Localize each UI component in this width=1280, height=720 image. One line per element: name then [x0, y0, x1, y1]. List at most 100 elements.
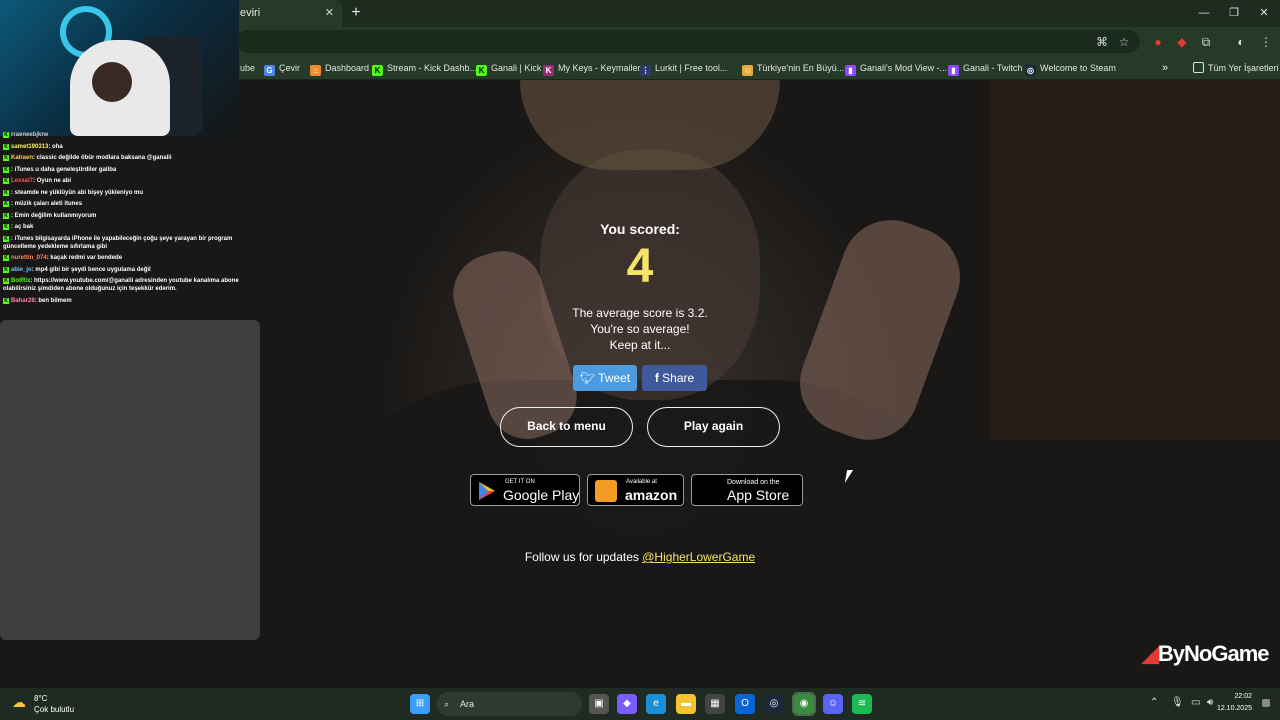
streamer-face: [92, 62, 132, 102]
kick-badge-icon: K: [3, 255, 9, 261]
chat-message: Ksamet190313: oha: [3, 143, 240, 151]
chat-username: BotRix: [11, 278, 31, 284]
edge-icon[interactable]: e: [646, 694, 666, 714]
bookmark-item[interactable]: ube: [240, 60, 255, 76]
chat-message: K Kalraen: classic değilde öbür modlara b…: [3, 154, 240, 162]
amazon-appstore-badge[interactable]: Available at amazon: [587, 474, 684, 506]
amazon-apps-icon: [595, 480, 617, 502]
chat-message: Krraeneebjkne: [3, 131, 240, 139]
kick-badge-icon: K: [3, 224, 9, 230]
chat-text: : aç bak: [11, 224, 34, 230]
bookmark-item[interactable]: ▮ Ganali - Twitch: [948, 60, 1022, 76]
chat-message: K: Emin değilim kullanmıyorum: [3, 212, 240, 220]
file-explorer-icon[interactable]: ▬: [676, 694, 696, 714]
chat-username: abie_jo: [11, 266, 32, 273]
kick-badge-icon: K: [3, 189, 9, 196]
bookmark-item[interactable]: ☺ Türkiye'nin En Büyü...: [742, 60, 844, 76]
average-line: Keep at it...: [609, 338, 671, 352]
chat-overlay: Krraeneebjkne Ksamet190313: oha K Kalraen: …: [0, 131, 240, 308]
bookmarks-overflow-button[interactable]: »: [1162, 60, 1168, 76]
chat-text: : iTunes u daha geneleştirdiler galiba: [11, 166, 117, 173]
extensions-puzzle-icon[interactable]: ⧉: [1198, 34, 1214, 50]
translate-icon[interactable]: ⌘: [1094, 34, 1110, 50]
restore-icon[interactable]: ❐: [1218, 0, 1250, 27]
google-play-badge[interactable]: GET IT ON Google Play: [470, 474, 580, 506]
outlook-icon[interactable]: O: [735, 694, 755, 714]
chat-message: K Lexxal7: Oyun ne abi: [3, 177, 240, 185]
chat-username: Lexxal7: [11, 178, 34, 184]
kick-badge-icon: K: [3, 166, 9, 173]
kick-badge-icon: K: [3, 178, 9, 184]
kick-badge-icon: K: [3, 278, 9, 284]
bynogame-logo: ◢ByNoGame: [1142, 641, 1270, 666]
chat-message: K Bahar28: ben bilmem: [3, 297, 240, 305]
kick-icon: K: [476, 65, 487, 76]
follow-link[interactable]: @HigherLowerGame: [642, 550, 755, 564]
result-panel: You scored: 4 The average score is 3.2. …: [440, 140, 840, 353]
address-bar[interactable]: [236, 30, 1140, 53]
twitch-icon: ▮: [948, 65, 959, 76]
clock-time: 22:02: [1234, 693, 1252, 700]
task-view-icon[interactable]: ▣: [589, 694, 609, 714]
chat-text: : mp4 gibi bir şeydi bence uygulama deği…: [31, 266, 151, 273]
tweet-button[interactable]: 🐦︎ Tweet: [573, 365, 637, 391]
average-text: The average score is 3.2. You're so aver…: [440, 305, 840, 353]
tab-close-icon[interactable]: ✕: [325, 0, 334, 27]
discord-icon[interactable]: ☺: [823, 694, 843, 714]
menu-dots-icon[interactable]: ⋮: [1258, 34, 1274, 50]
notification-icon[interactable]: [1262, 699, 1270, 707]
browser-tab[interactable]: eviri ✕: [236, 0, 342, 27]
bookmark-item[interactable]: ⋮ Lurkit | Free tool...: [640, 60, 727, 76]
bookmark-item[interactable]: ▮ Ganali's Mod View -...: [845, 60, 947, 76]
bookmark-star-icon[interactable]: ☆: [1116, 34, 1132, 50]
bookmark-item[interactable]: K Ganali | Kick: [476, 60, 541, 76]
steam-icon[interactable]: ◎: [764, 694, 784, 714]
store-icon[interactable]: ▦: [705, 694, 725, 714]
twitch-icon: ▮: [845, 65, 856, 76]
new-tab-button[interactable]: +: [346, 3, 366, 23]
start-windows-icon[interactable]: ⊞: [410, 694, 430, 714]
kick-badge-icon: K: [3, 201, 9, 207]
score-value: 4: [626, 240, 654, 293]
follow-text: Follow us for updates @HigherLowerGame: [524, 550, 756, 564]
bookmark-item[interactable]: K Stream - Kick Dashb...: [372, 60, 477, 76]
kick-badge-icon: K: [3, 266, 9, 273]
copilot-icon[interactable]: ◆: [617, 694, 637, 714]
bookmark-item[interactable]: G Çevir: [264, 60, 300, 76]
bookmark-item[interactable]: ⌂ Dashboard: [310, 60, 369, 76]
dashboard-icon: ⌂: [310, 65, 321, 76]
bookmark-item[interactable]: K My Keys - Keymailer: [543, 60, 641, 76]
tab-title: eviri: [240, 7, 261, 19]
microphone-icon[interactable]: 🎙︎: [1171, 697, 1184, 708]
chat-text: : Emin değilim kullanmıyorum: [11, 212, 97, 219]
search-icon: ⌕: [444, 699, 450, 709]
chrome-icon[interactable]: ◉: [792, 692, 816, 716]
extension-tag-icon[interactable]: ◆: [1174, 34, 1190, 50]
tray-overflow-icon[interactable]: ⌃: [1150, 697, 1158, 708]
all-bookmarks-button[interactable]: Tüm Yer İşaretleri: [1193, 60, 1279, 76]
weather-widget[interactable]: ☁ 8°C Çok bulutlu: [10, 692, 90, 716]
extension-red-icon[interactable]: ●: [1150, 34, 1166, 50]
taskbar-search[interactable]: ⌕ Ara: [436, 692, 582, 716]
minimize-icon[interactable]: —: [1188, 0, 1220, 27]
close-window-icon[interactable]: ✕: [1248, 0, 1280, 27]
average-line: The average score is 3.2.: [572, 306, 708, 320]
chat-message: K: steamde ne yüklüyün abi bişey yükleni…: [3, 189, 240, 197]
kick-icon: K: [372, 65, 383, 76]
clock[interactable]: 22:02 12.10.2025: [1196, 691, 1252, 715]
chat-username: Bahar28: [11, 297, 35, 304]
chat-message: K BotRix: https://www.youtube.com/@ganali…: [3, 277, 240, 293]
back-to-menu-button[interactable]: Back to menu: [500, 407, 633, 447]
chat-message: K: müzik çaları aleti itunes: [3, 200, 240, 208]
bookmark-item[interactable]: ◎ Welcome to Steam: [1025, 60, 1116, 76]
keymailer-icon: K: [543, 65, 554, 76]
profile-avatar-icon[interactable]: ◐: [1233, 34, 1249, 50]
chat-text: : oha: [48, 143, 63, 150]
facebook-share-button[interactable]: f Share: [642, 365, 707, 391]
play-again-button[interactable]: Play again: [647, 407, 780, 447]
lurkit-icon: ⋮: [640, 65, 651, 76]
chat-text: : kaçak redmi var bendede: [46, 255, 123, 261]
site-icon: ☺: [742, 65, 753, 76]
app-store-badge[interactable]: Download on the App Store: [691, 474, 803, 506]
spotify-icon[interactable]: ≋: [852, 694, 872, 714]
